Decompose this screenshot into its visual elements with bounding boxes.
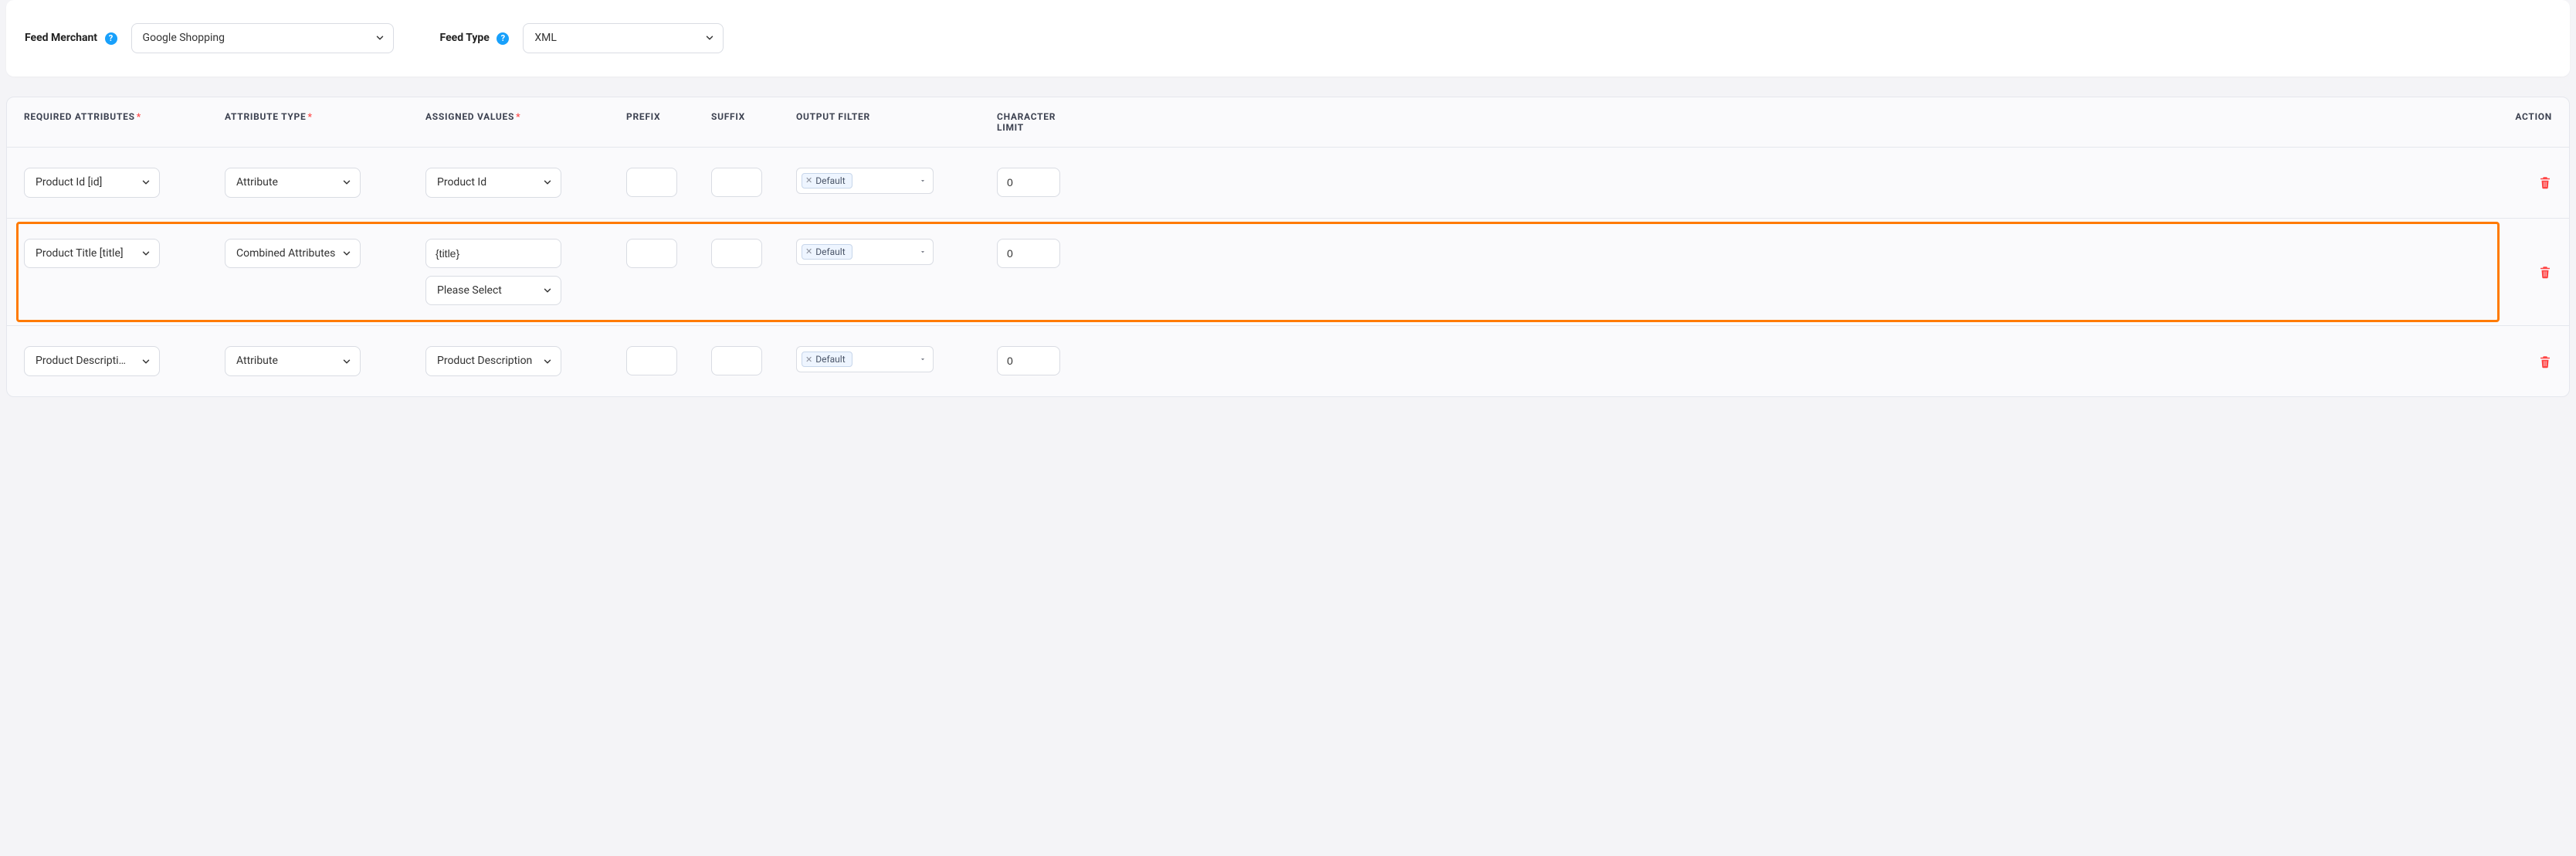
required-attribute-select[interactable]: Product Description [description]	[24, 346, 160, 376]
chevron-down-icon	[919, 177, 927, 185]
chevron-down-icon	[141, 177, 151, 188]
tag-label: Default	[815, 246, 845, 257]
prefix-input[interactable]	[626, 168, 677, 197]
prefix-input[interactable]	[626, 239, 677, 268]
required-attribute-value: Product Description [description]	[36, 355, 131, 368]
chevron-down-icon	[542, 177, 553, 188]
table-row: Product Id [id] Attribute Product Id ✕Defa…	[7, 148, 2569, 219]
assigned-value: Product Description	[437, 355, 532, 368]
th-output-filter: OUTPUT FILTER	[796, 111, 997, 133]
required-attribute-value: Product Title [title]	[36, 247, 131, 260]
th-char-limit: CHARACTER LIMIT	[997, 111, 1082, 133]
suffix-input[interactable]	[711, 168, 762, 197]
please-select-option: Please Select	[437, 284, 502, 297]
character-limit-input[interactable]	[997, 168, 1060, 197]
remove-tag-icon[interactable]: ✕	[805, 176, 812, 185]
attribute-type-value: Attribute	[236, 355, 278, 368]
chevron-down-icon	[141, 248, 151, 259]
tag-label: Default	[815, 354, 845, 365]
output-filter-select[interactable]: ✕Default	[796, 346, 934, 372]
output-filter-select[interactable]: ✕Default	[796, 168, 934, 194]
table-header: REQUIRED ATTRIBUTES* ATTRIBUTE TYPE* ASS…	[7, 97, 2569, 148]
output-filter-select[interactable]: ✕Default	[796, 239, 934, 265]
assigned-attribute-select[interactable]: Please Select	[425, 276, 561, 306]
th-suffix: SUFFIX	[711, 111, 796, 133]
attribute-type-value: Combined Attributes	[236, 247, 335, 260]
th-prefix: PREFIX	[626, 111, 711, 133]
character-limit-input[interactable]	[997, 346, 1060, 375]
delete-icon[interactable]	[2538, 354, 2552, 369]
feed-merchant-label: Feed Merchant	[25, 32, 97, 44]
chevron-down-icon	[141, 356, 151, 367]
help-icon[interactable]: ?	[105, 32, 117, 45]
feed-merchant-value: Google Shopping	[143, 32, 225, 45]
remove-tag-icon[interactable]: ✕	[805, 247, 812, 256]
chevron-down-icon	[341, 248, 352, 259]
required-attribute-select[interactable]: Product Title [title]	[24, 239, 160, 269]
attributes-table: REQUIRED ATTRIBUTES* ATTRIBUTE TYPE* ASS…	[6, 97, 2570, 397]
feed-settings-panel: Feed Merchant ? Google Shopping Feed Typ…	[6, 0, 2570, 76]
chevron-down-icon	[919, 248, 927, 256]
th-assigned: ASSIGNED VALUES*	[425, 111, 626, 133]
feed-type-select[interactable]: XML	[523, 23, 724, 53]
feed-type-label: Feed Type	[440, 32, 490, 44]
chevron-down-icon	[542, 285, 553, 296]
required-attribute-select[interactable]: Product Id [id]	[24, 168, 160, 198]
th-required: REQUIRED ATTRIBUTES*	[24, 111, 225, 133]
output-filter-tag[interactable]: ✕Default	[802, 352, 852, 367]
attribute-type-select[interactable]: Attribute	[225, 346, 361, 376]
chevron-down-icon	[919, 355, 927, 363]
table-row: Product Title [title] Combined Attributes…	[7, 219, 2569, 327]
chevron-down-icon	[542, 356, 553, 367]
remove-tag-icon[interactable]: ✕	[805, 355, 812, 364]
suffix-input[interactable]	[711, 346, 762, 375]
assigned-value: Product Id	[437, 176, 486, 189]
chevron-down-icon	[341, 356, 352, 367]
character-limit-input[interactable]	[997, 239, 1060, 268]
output-filter-tag[interactable]: ✕Default	[802, 173, 852, 189]
attribute-type-select[interactable]: Attribute	[225, 168, 361, 198]
feed-merchant-field: Feed Merchant ? Google Shopping	[25, 23, 394, 53]
help-icon[interactable]: ?	[497, 32, 509, 45]
assigned-value-select[interactable]: Product Id	[425, 168, 561, 198]
chevron-down-icon	[341, 177, 352, 188]
th-action: ACTION	[1082, 111, 2552, 133]
table-row: Product Description [description] Attribu…	[7, 326, 2569, 396]
attribute-type-value: Attribute	[236, 176, 278, 189]
th-attr-type: ATTRIBUTE TYPE*	[225, 111, 425, 133]
feed-type-field: Feed Type ? XML	[440, 23, 724, 53]
attribute-type-select[interactable]: Combined Attributes	[225, 239, 361, 269]
tag-label: Default	[815, 175, 845, 186]
delete-icon[interactable]	[2538, 264, 2552, 280]
delete-icon[interactable]	[2538, 175, 2552, 190]
feed-type-value: XML	[534, 32, 557, 45]
suffix-input[interactable]	[711, 239, 762, 268]
required-attribute-value: Product Id [id]	[36, 176, 131, 189]
feed-merchant-select[interactable]: Google Shopping	[131, 23, 394, 53]
assigned-value-input[interactable]	[425, 239, 561, 268]
chevron-down-icon	[704, 32, 715, 43]
prefix-input[interactable]	[626, 346, 677, 375]
assigned-value-select[interactable]: Product Description	[425, 346, 561, 376]
chevron-down-icon	[375, 32, 385, 43]
output-filter-tag[interactable]: ✕Default	[802, 244, 852, 260]
